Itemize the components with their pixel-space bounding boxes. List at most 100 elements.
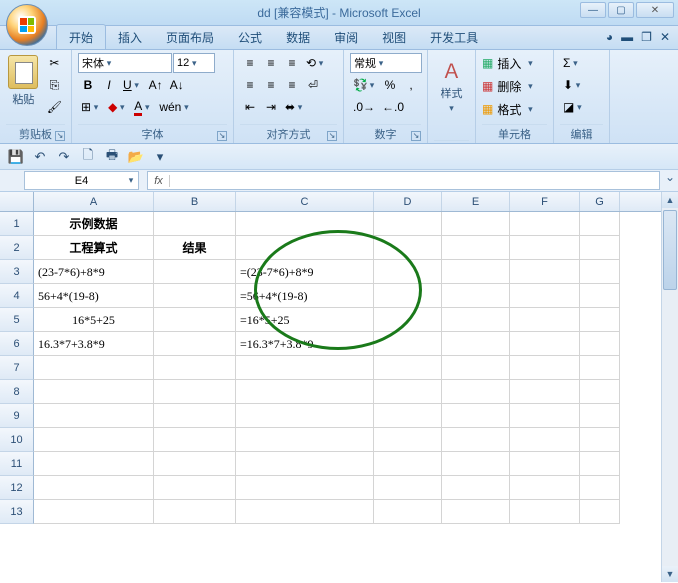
cell-E7[interactable] [442, 356, 510, 380]
cell-G9[interactable] [580, 404, 620, 428]
copy-button[interactable]: ⎘ [44, 75, 65, 95]
maximize-button[interactable]: ▢ [608, 2, 634, 18]
cell-F12[interactable] [510, 476, 580, 500]
cell-D6[interactable] [374, 332, 442, 356]
cell-B8[interactable] [154, 380, 236, 404]
cell-D11[interactable] [374, 452, 442, 476]
cell-B3[interactable] [154, 260, 236, 284]
paste-button[interactable]: 粘贴 [6, 53, 41, 124]
align-middle-button[interactable]: ≡ [261, 53, 281, 73]
col-header-A[interactable]: A [34, 192, 154, 211]
cell-G7[interactable] [580, 356, 620, 380]
cell-E11[interactable] [442, 452, 510, 476]
col-header-F[interactable]: F [510, 192, 580, 211]
cell-F4[interactable] [510, 284, 580, 308]
fill-color-button[interactable]: ◆▾ [105, 97, 130, 117]
insert-cells-button[interactable]: 插入 [494, 53, 524, 73]
tab-home[interactable]: 开始 [56, 24, 106, 49]
cell-G3[interactable] [580, 260, 620, 284]
row-header-13[interactable]: 13 [0, 500, 34, 524]
cell-D7[interactable] [374, 356, 442, 380]
row-header-8[interactable]: 8 [0, 380, 34, 404]
cell-C10[interactable] [236, 428, 374, 452]
cell-F7[interactable] [510, 356, 580, 380]
cell-F11[interactable] [510, 452, 580, 476]
shrink-font-button[interactable]: A↓ [167, 75, 187, 95]
cell-G10[interactable] [580, 428, 620, 452]
cell-C5[interactable]: =16*5+25 [236, 308, 374, 332]
alignment-launcher[interactable]: ↘ [327, 131, 337, 141]
align-left-button[interactable]: ≡ [240, 75, 260, 95]
cell-D9[interactable] [374, 404, 442, 428]
close-button[interactable]: ✕ [636, 2, 674, 18]
row-header-11[interactable]: 11 [0, 452, 34, 476]
cell-F3[interactable] [510, 260, 580, 284]
decrease-indent-button[interactable]: ⇤ [240, 97, 260, 117]
row-header-1[interactable]: 1 [0, 212, 34, 236]
align-top-button[interactable]: ≡ [240, 53, 260, 73]
font-name-combo[interactable]: 宋体▾ [78, 53, 172, 73]
cell-E2[interactable] [442, 236, 510, 260]
cell-C6[interactable]: =16.3*7+3.8*9 [236, 332, 374, 356]
cell-C3[interactable]: =(23-7*6)+8*9 [236, 260, 374, 284]
col-header-C[interactable]: C [236, 192, 374, 211]
cell-C4[interactable]: =56+4*(19-8) [236, 284, 374, 308]
cell-F2[interactable] [510, 236, 580, 260]
cell-E5[interactable] [442, 308, 510, 332]
fill-button[interactable]: ⬇▾ [560, 75, 586, 95]
cell-D3[interactable] [374, 260, 442, 284]
cell-E9[interactable] [442, 404, 510, 428]
align-bottom-button[interactable]: ≡ [282, 53, 302, 73]
cell-D2[interactable] [374, 236, 442, 260]
merge-button[interactable]: ⬌▾ [282, 97, 308, 117]
cell-A4[interactable]: 56+4*(19-8) [34, 284, 154, 308]
cell-B13[interactable] [154, 500, 236, 524]
row-header-7[interactable]: 7 [0, 356, 34, 380]
italic-button[interactable]: I [99, 75, 119, 95]
col-header-G[interactable]: G [580, 192, 620, 211]
cell-G8[interactable] [580, 380, 620, 404]
scroll-thumb[interactable] [663, 210, 677, 290]
cell-G13[interactable] [580, 500, 620, 524]
help-icon[interactable]: ◕ [606, 30, 613, 44]
tab-developer[interactable]: 开发工具 [418, 25, 490, 49]
number-launcher[interactable]: ↘ [411, 131, 421, 141]
cell-styles-button[interactable]: Ａ 样式 ▾ [434, 53, 469, 140]
cell-D13[interactable] [374, 500, 442, 524]
font-size-combo[interactable]: 12▾ [173, 53, 215, 73]
cell-F1[interactable] [510, 212, 580, 236]
cell-C1[interactable] [236, 212, 374, 236]
cell-B12[interactable] [154, 476, 236, 500]
cell-C8[interactable] [236, 380, 374, 404]
cell-A12[interactable] [34, 476, 154, 500]
delete-cells-button[interactable]: 删除 [494, 76, 524, 96]
cell-D10[interactable] [374, 428, 442, 452]
minimize-button[interactable]: — [580, 2, 606, 18]
row-header-9[interactable]: 9 [0, 404, 34, 428]
qat-undo-button[interactable]: ↶ [30, 147, 50, 167]
cell-A7[interactable] [34, 356, 154, 380]
vertical-scrollbar[interactable]: ▲ ▼ [661, 192, 678, 582]
qat-customize-button[interactable]: ▾ [150, 147, 170, 167]
qat-print-button[interactable]: 🖶 [102, 147, 122, 167]
cell-B10[interactable] [154, 428, 236, 452]
fx-button[interactable]: fx [148, 175, 170, 187]
font-color-button[interactable]: A▾ [131, 97, 155, 117]
tab-formulas[interactable]: 公式 [226, 25, 274, 49]
close-workbook-icon[interactable]: ✕ [660, 30, 670, 44]
qat-save-button[interactable]: 💾 [6, 147, 26, 167]
cell-E13[interactable] [442, 500, 510, 524]
tab-view[interactable]: 视图 [370, 25, 418, 49]
cell-B4[interactable] [154, 284, 236, 308]
cell-E1[interactable] [442, 212, 510, 236]
tab-data[interactable]: 数据 [274, 25, 322, 49]
font-launcher[interactable]: ↘ [217, 131, 227, 141]
number-format-combo[interactable]: 常规▾ [350, 53, 422, 73]
minimize-ribbon-icon[interactable]: ▬ [621, 30, 633, 44]
cell-C12[interactable] [236, 476, 374, 500]
cell-A5[interactable]: 16*5+25 [34, 308, 154, 332]
border-button[interactable]: ⊞▾ [78, 97, 104, 117]
cell-B1[interactable] [154, 212, 236, 236]
cell-F9[interactable] [510, 404, 580, 428]
clipboard-launcher[interactable]: ↘ [55, 131, 65, 141]
